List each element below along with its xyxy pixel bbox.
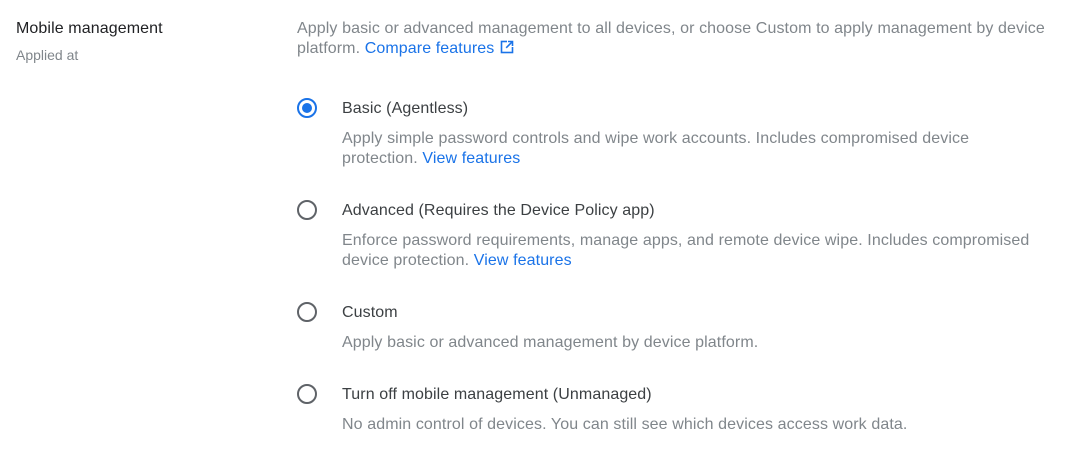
option-advanced-description-text: Enforce password requirements, manage ap…	[342, 232, 1030, 269]
management-options-radio-group: Basic (Agentless) Apply simple password …	[297, 97, 1057, 435]
radio-basic[interactable]	[297, 98, 317, 118]
option-custom-label[interactable]: Custom	[342, 301, 1057, 325]
radio-selected-dot	[302, 103, 312, 113]
setting-header: Mobile management Applied at	[16, 19, 276, 64]
intro-text-block: Apply basic or advanced management to al…	[297, 19, 1057, 60]
basic-view-features-link[interactable]: View features	[422, 150, 520, 167]
applied-at-label: Applied at	[16, 47, 79, 63]
radio-advanced[interactable]	[297, 200, 317, 220]
option-basic-description: Apply simple password controls and wipe …	[342, 129, 1032, 169]
open-in-new-icon[interactable]	[500, 40, 514, 60]
option-unmanaged-description: No admin control of devices. You can sti…	[342, 416, 908, 433]
compare-features-link[interactable]: Compare features	[365, 40, 495, 57]
advanced-view-features-link[interactable]: View features	[474, 252, 572, 269]
option-basic: Basic (Agentless) Apply simple password …	[297, 97, 1057, 199]
radio-custom[interactable]	[297, 302, 317, 322]
radio-unmanaged[interactable]	[297, 384, 317, 404]
option-custom-description: Apply basic or advanced management by de…	[342, 334, 759, 351]
option-advanced: Advanced (Requires the Device Policy app…	[297, 199, 1057, 301]
option-advanced-label[interactable]: Advanced (Requires the Device Policy app…	[342, 199, 1057, 223]
option-advanced-description: Enforce password requirements, manage ap…	[342, 231, 1032, 271]
setting-intro: Apply basic or advanced management to al…	[297, 19, 1057, 60]
setting-title: Mobile management	[16, 20, 163, 37]
option-custom: Custom Apply basic or advanced managemen…	[297, 301, 1057, 383]
option-unmanaged-label[interactable]: Turn off mobile management (Unmanaged)	[342, 383, 1057, 407]
option-unmanaged: Turn off mobile management (Unmanaged) N…	[297, 383, 1057, 435]
option-basic-label[interactable]: Basic (Agentless)	[342, 97, 1057, 121]
